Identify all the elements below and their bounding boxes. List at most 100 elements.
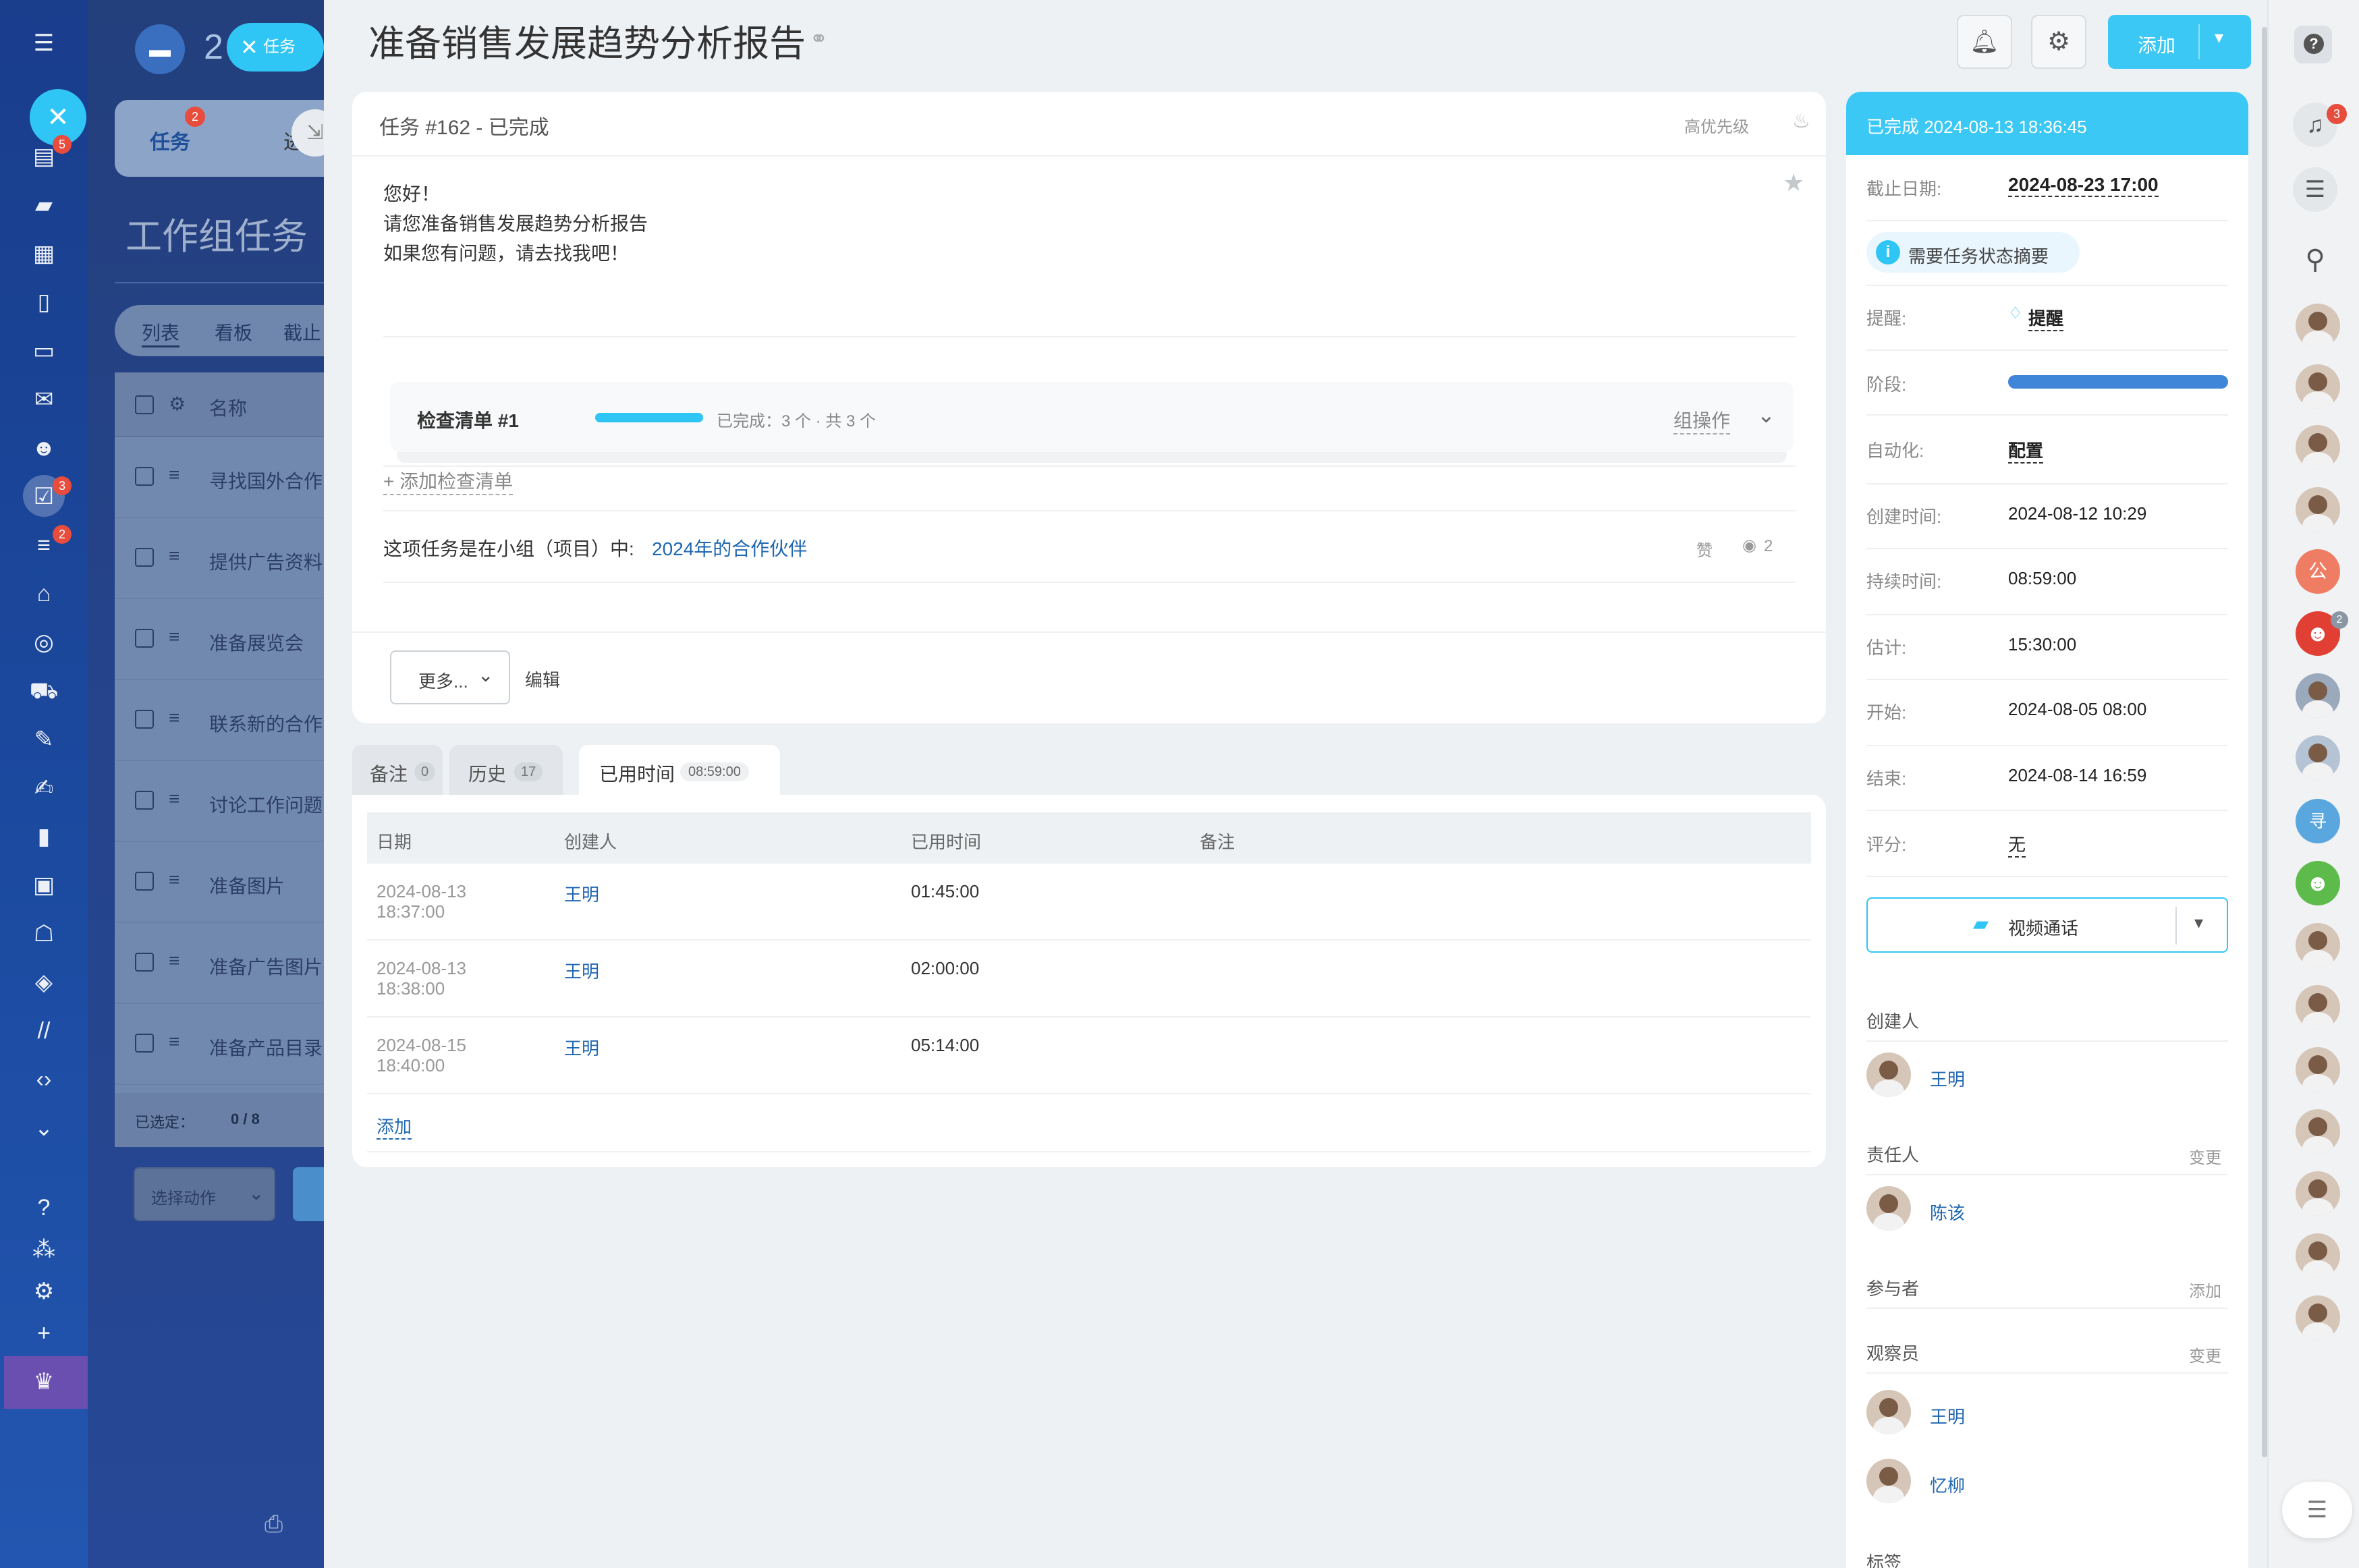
avatar[interactable] [2296, 304, 2340, 348]
checklist-title[interactable]: 检查清单 #1 [417, 406, 519, 433]
robot-icon[interactable]: ☖ [29, 919, 59, 949]
chevron-icon[interactable]: ⌄ [29, 1113, 59, 1143]
stage-bar[interactable] [2008, 375, 2228, 389]
gear-icon[interactable]: ⚙ [29, 1277, 59, 1306]
row-checkbox[interactable] [135, 1034, 154, 1053]
row-checkbox[interactable] [135, 953, 154, 972]
drag-handle-icon[interactable]: ≡ [169, 788, 179, 810]
drag-handle-icon[interactable]: ≡ [169, 869, 179, 891]
list-item[interactable]: ≡ 讨论工作问题 [115, 761, 324, 842]
group-icon[interactable]: ☻ [2296, 861, 2340, 905]
observers-change-link[interactable]: 变更 [2189, 1343, 2221, 1366]
vcard-icon[interactable]: ▣ [29, 870, 59, 900]
creator-name[interactable]: 王明 [1930, 1066, 1965, 1091]
task-slider-label[interactable]: ✕ 任务 [227, 23, 324, 72]
schedule-icon[interactable]: ▦ [29, 239, 59, 269]
crown-icon[interactable]: ♛ [29, 1367, 59, 1397]
tab-history[interactable]: 历史 17 [449, 745, 563, 795]
chat-avatar-find[interactable]: 寻 [2296, 799, 2340, 843]
row-title[interactable]: 准备产品目录 [209, 1034, 323, 1061]
settings-icon[interactable]: ⚙ [169, 393, 186, 415]
row-title[interactable]: 联系新的合作 [209, 710, 323, 737]
row-checkbox[interactable] [135, 629, 154, 648]
list-item[interactable]: ≡ 寻找国外合作 [115, 437, 324, 518]
document-icon[interactable]: ▯ [29, 287, 59, 317]
observer-name[interactable]: 忆柳 [1930, 1472, 1965, 1497]
row-checkbox[interactable] [135, 791, 154, 810]
avatar[interactable] [2296, 985, 2340, 1030]
row-creator[interactable]: 王明 [564, 881, 599, 906]
avatar[interactable] [2296, 1233, 2340, 1278]
row-title[interactable]: 准备图片 [209, 872, 285, 899]
responsible-change-link[interactable]: 变更 [2189, 1144, 2221, 1168]
chevron-down-icon[interactable]: ▾ [2215, 27, 2223, 48]
avatar[interactable] [1866, 1459, 1911, 1503]
rating-value[interactable]: 无 [2008, 831, 2026, 858]
row-title[interactable]: 讨论工作问题 [209, 791, 323, 818]
pen-icon[interactable]: ✍ [29, 773, 59, 803]
help-icon[interactable]: ? [29, 1193, 59, 1223]
responsible-name[interactable]: 陈该 [1930, 1200, 1965, 1225]
row-title[interactable]: 准备展览会 [209, 629, 304, 656]
list-item[interactable]: ≡ 联系新的合作 [115, 680, 324, 761]
avatar[interactable] [2296, 1295, 2340, 1340]
chat-icon[interactable]: ☰ [2293, 167, 2337, 212]
row-title[interactable]: 寻找国外合作 [209, 467, 323, 494]
project-link[interactable]: 2024年的合作伙伴 [652, 534, 807, 561]
row-title[interactable]: 准备广告图片 [209, 953, 323, 980]
chart-icon[interactable]: ▮ [29, 822, 59, 851]
cart-icon[interactable]: ⛟ [29, 676, 59, 706]
scrollbar[interactable] [2262, 27, 2267, 1457]
chat-avatar-public[interactable]: 公 [2296, 549, 2340, 594]
target-icon[interactable]: ◎ [29, 627, 59, 657]
mail-icon[interactable]: ✉ [29, 385, 59, 414]
close-icon[interactable]: ✕ [240, 23, 258, 72]
chevron-down-icon[interactable]: ▾ [2194, 912, 2203, 933]
bank-icon[interactable]: ⌂ [29, 579, 59, 609]
avatar[interactable] [2296, 923, 2340, 968]
folder-icon[interactable]: ▬ [135, 24, 185, 74]
deadline-value[interactable]: 2024-08-23 17:00 [2008, 174, 2159, 197]
row-checkbox[interactable] [135, 548, 154, 567]
row-checkbox[interactable] [135, 710, 154, 729]
add-button[interactable]: 添加 ▾ [2108, 15, 2251, 69]
list-item[interactable]: ≡ 提供广告资料 [115, 518, 324, 599]
add-time-link[interactable]: 添加 [377, 1113, 412, 1140]
avatar[interactable] [1866, 1053, 1911, 1097]
avatar[interactable] [2296, 673, 2340, 718]
drag-handle-icon[interactable]: ≡ [169, 545, 179, 567]
help-button[interactable]: ? [2294, 26, 2332, 63]
sitemap-icon[interactable]: ⁂ [29, 1235, 59, 1264]
observer-name[interactable]: 王明 [1930, 1403, 1965, 1428]
priority-label[interactable]: 高优先级 [1684, 113, 1749, 137]
edit-button[interactable]: 编辑 [525, 667, 560, 692]
avatar[interactable] [2296, 364, 2340, 409]
view-tab-kanban[interactable]: 看板 [215, 318, 252, 345]
group-icon[interactable]: ☻ [29, 433, 59, 463]
avatar[interactable] [2296, 735, 2340, 780]
avatar[interactable] [2296, 425, 2340, 470]
automation-link[interactable]: 配置 [2008, 437, 2044, 464]
row-title[interactable]: 提供广告资料 [209, 548, 323, 575]
view-tab-deadline[interactable]: 截止 [283, 318, 321, 345]
like-button[interactable]: 赞 [1696, 537, 1713, 561]
row-creator[interactable]: 王明 [564, 958, 599, 983]
drag-handle-icon[interactable]: ≡ [169, 626, 179, 648]
list-icon[interactable]: ☰ [2282, 1482, 2352, 1538]
drag-handle-icon[interactable]: ≡ [169, 1031, 179, 1053]
select-all-checkbox[interactable] [135, 395, 154, 414]
tab-comments[interactable]: 备注 0 [352, 745, 443, 795]
drag-handle-icon[interactable]: ≡ [169, 707, 179, 729]
apply-button[interactable] [293, 1167, 324, 1221]
summary-chip[interactable]: i 需要任务状态摘要 [1866, 232, 2080, 273]
group-action-link[interactable]: 组操作 [1673, 406, 1731, 435]
box-icon[interactable]: ◈ [29, 968, 59, 997]
code-icon[interactable]: ‹› [29, 1065, 59, 1094]
drag-handle-icon[interactable]: ≡ [169, 950, 179, 972]
avatar[interactable] [1866, 1186, 1911, 1231]
drag-handle-icon[interactable]: ≡ [169, 464, 179, 486]
tab-elapsed-time[interactable]: 已用时间 08:59:00 [579, 745, 780, 796]
brand-icon[interactable]: // [29, 1016, 59, 1046]
avatar[interactable] [2296, 487, 2340, 532]
list-item[interactable]: ≡ 准备产品目录 [115, 1004, 324, 1085]
